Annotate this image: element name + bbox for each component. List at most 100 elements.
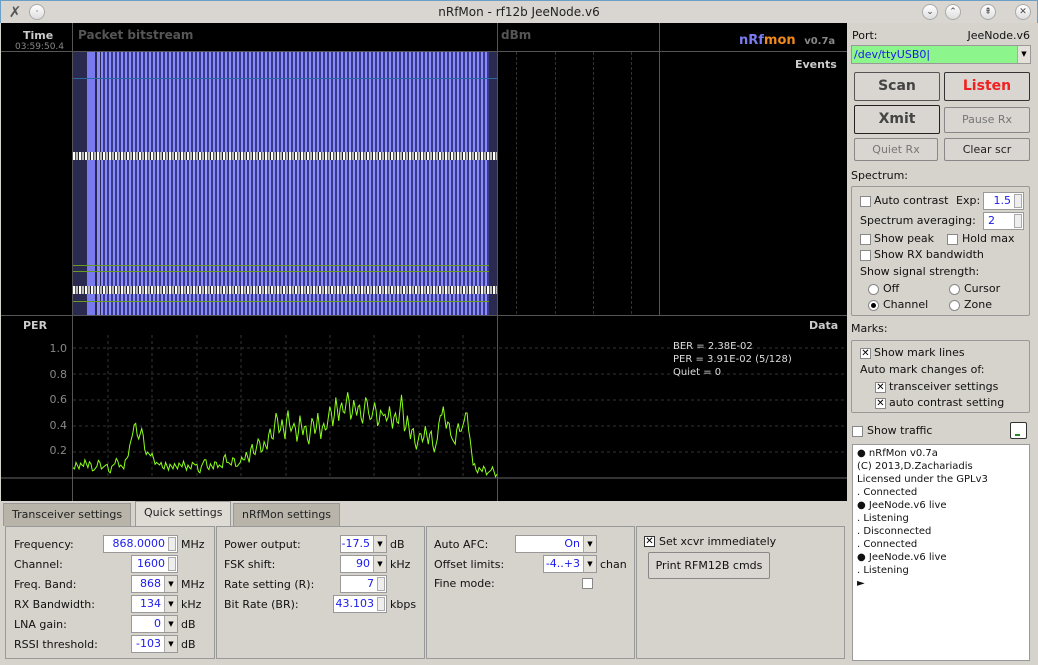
port-dropdown-icon[interactable]: ▼ [1017, 46, 1030, 63]
auto-afc-combo[interactable]: On ▼ [515, 535, 597, 553]
freq-band-combo[interactable]: 868 ▼ [131, 575, 178, 593]
signal-channel-label: Channel [883, 298, 929, 311]
bit-rate-value: 43.103 [335, 597, 375, 610]
auto-mark-label: Auto mark changes of: [860, 363, 985, 376]
port-input[interactable]: /dev/ttyUSB0| ▼ [851, 45, 1031, 64]
time-label: Time [23, 29, 54, 42]
frequency-value: 868.0000 [112, 537, 166, 550]
events-label: Events [795, 58, 837, 71]
brand-mon: mon [763, 33, 796, 48]
frequency-label: Frequency: [14, 538, 74, 551]
rx-bandwidth-unit: kHz [181, 598, 202, 611]
log-line: . Disconnected [857, 526, 932, 537]
offset-limits-unit: chan [600, 558, 627, 571]
auto-afc-value: On [564, 537, 580, 550]
signal-channel-radio[interactable] [868, 300, 879, 311]
port-value: /dev/ttyUSB0 [854, 48, 927, 61]
listen-button[interactable]: Listen [944, 72, 1030, 101]
brand-logo: nRfmon v0.7a [739, 33, 835, 48]
rssi-threshold-value: -103 [136, 637, 161, 650]
show-traffic-checkbox[interactable] [852, 426, 863, 437]
display-area: Time 03:59:50.4 Packet bitstream dBm nRf… [1, 23, 847, 501]
shade-icon[interactable]: ⇞ [980, 4, 996, 20]
show-peak-label: Show peak [874, 232, 935, 245]
log-line: ● JeeNode.v6 live [857, 500, 947, 511]
rate-setting-label: Rate setting (R): [224, 578, 315, 591]
chevron-down-icon[interactable]: ▼ [164, 616, 177, 632]
hold-max-checkbox[interactable] [947, 234, 958, 245]
signal-cursor-radio[interactable] [949, 284, 960, 295]
frequency-spinbox[interactable]: 868.0000 [103, 535, 178, 553]
rate-setting-value: 7 [367, 577, 374, 590]
per-readout: PER = 3.91E-02 (5/128) [673, 354, 792, 365]
chevron-down-icon[interactable]: ▼ [164, 576, 177, 592]
show-mark-lines-checkbox[interactable]: ✕ [860, 348, 871, 359]
offset-limits-combo[interactable]: -4..+3 ▼ [543, 555, 597, 573]
power-output-value: -17.5 [341, 537, 370, 550]
signal-strength-label: Show signal strength: [860, 265, 980, 278]
fsk-shift-label: FSK shift: [224, 558, 276, 571]
log-line: ► [857, 578, 865, 589]
rate-setting-spinbox[interactable]: 7 [340, 575, 387, 593]
tab-quick-settings[interactable]: Quick settings [135, 501, 232, 526]
quiet-readout: Quiet = 0 [673, 367, 722, 378]
transceiver-mark-checkbox[interactable]: ✕ [875, 382, 886, 393]
signal-zone-label: Zone [964, 298, 993, 311]
log-line: . Connected [857, 487, 918, 498]
close-icon[interactable]: ✕ [1015, 4, 1031, 20]
print-rfm12b-cmds-button[interactable]: Print RFM12B cmds [648, 552, 770, 579]
xmit-button[interactable]: Xmit [854, 105, 940, 134]
chevron-down-icon[interactable]: ▼ [583, 556, 596, 572]
rx-bandwidth-combo[interactable]: 134 ▼ [131, 595, 178, 613]
log-line: . Connected [857, 539, 918, 550]
fine-mode-checkbox[interactable] [582, 578, 593, 589]
show-rx-bw-checkbox[interactable] [860, 250, 871, 261]
averaging-spinbox[interactable]: 2 [983, 212, 1024, 230]
rssi-threshold-label: RSSI threshold: [14, 638, 98, 651]
chevron-down-icon[interactable]: ▼ [373, 536, 386, 552]
ber-readout: BER = 2.38E-02 [673, 341, 753, 352]
signal-off-radio[interactable] [868, 284, 879, 295]
tab-nrfmon-settings[interactable]: nRfMon settings [233, 503, 341, 526]
channel-value: 1600 [137, 557, 165, 570]
bit-rate-spinbox[interactable]: 43.103 [333, 595, 387, 613]
log-line: . Listening [857, 513, 909, 524]
tab-transceiver-settings[interactable]: Transceiver settings [3, 503, 132, 526]
signal-off-label: Off [883, 282, 900, 295]
quiet-rx-button[interactable]: Quiet Rx [854, 138, 938, 161]
command-pane: ✕ Set xcvr immediately Print RFM12B cmds [636, 526, 845, 659]
exp-spinbox[interactable]: 1.5 [983, 192, 1024, 210]
pause-rx-button[interactable]: Pause Rx [944, 107, 1030, 133]
auto-afc-label: Auto AFC: [434, 538, 489, 551]
signal-zone-radio[interactable] [949, 300, 960, 311]
fsk-shift-combo[interactable]: 90 ▼ [340, 555, 387, 573]
rssi-threshold-combo[interactable]: -103 ▼ [131, 635, 178, 653]
fsk-shift-value: 90 [356, 557, 370, 570]
spectrum-title: Spectrum: [851, 169, 909, 182]
power-output-combo[interactable]: -17.5 ▼ [340, 535, 387, 553]
lna-gain-combo[interactable]: 0 ▼ [131, 615, 178, 633]
lna-gain-label: LNA gain: [14, 618, 67, 631]
lna-gain-value: 0 [154, 617, 161, 630]
marks-title: Marks: [851, 322, 888, 335]
packet-bitstream-view[interactable] [73, 52, 497, 315]
set-xcvr-checkbox[interactable]: ✕ [644, 536, 655, 547]
show-peak-checkbox[interactable] [860, 234, 871, 245]
traffic-log[interactable]: ● nRfMon v0.7a (C) 2013,D.Zachariadis Lice… [852, 444, 1030, 661]
maximize-icon[interactable]: ⌃ [945, 4, 961, 20]
chevron-down-icon[interactable]: ▼ [583, 536, 596, 552]
chevron-down-icon[interactable]: ▼ [164, 636, 177, 652]
channel-spinbox[interactable]: 1600 [131, 555, 178, 573]
minimize-icon[interactable]: ⌄ [922, 4, 938, 20]
rssi-threshold-unit: dB [181, 638, 196, 651]
rf-settings-pane: Frequency: 868.0000 MHz Channel: 1600 Fr… [5, 526, 215, 659]
terminal-button[interactable] [1010, 422, 1027, 439]
title-bar: ✗ · nRfMon - rf12b JeeNode.v6 ⌄ ⌃ ⇞ ✕ [0, 0, 1038, 23]
clear-scr-button[interactable]: Clear scr [944, 138, 1030, 161]
auto-contrast-checkbox[interactable] [860, 196, 871, 207]
chevron-down-icon[interactable]: ▼ [373, 556, 386, 572]
chevron-down-icon[interactable]: ▼ [164, 596, 177, 612]
auto-contrast-mark-checkbox[interactable]: ✕ [875, 398, 886, 409]
per-series-line [72, 392, 498, 478]
scan-button[interactable]: Scan [854, 72, 940, 101]
